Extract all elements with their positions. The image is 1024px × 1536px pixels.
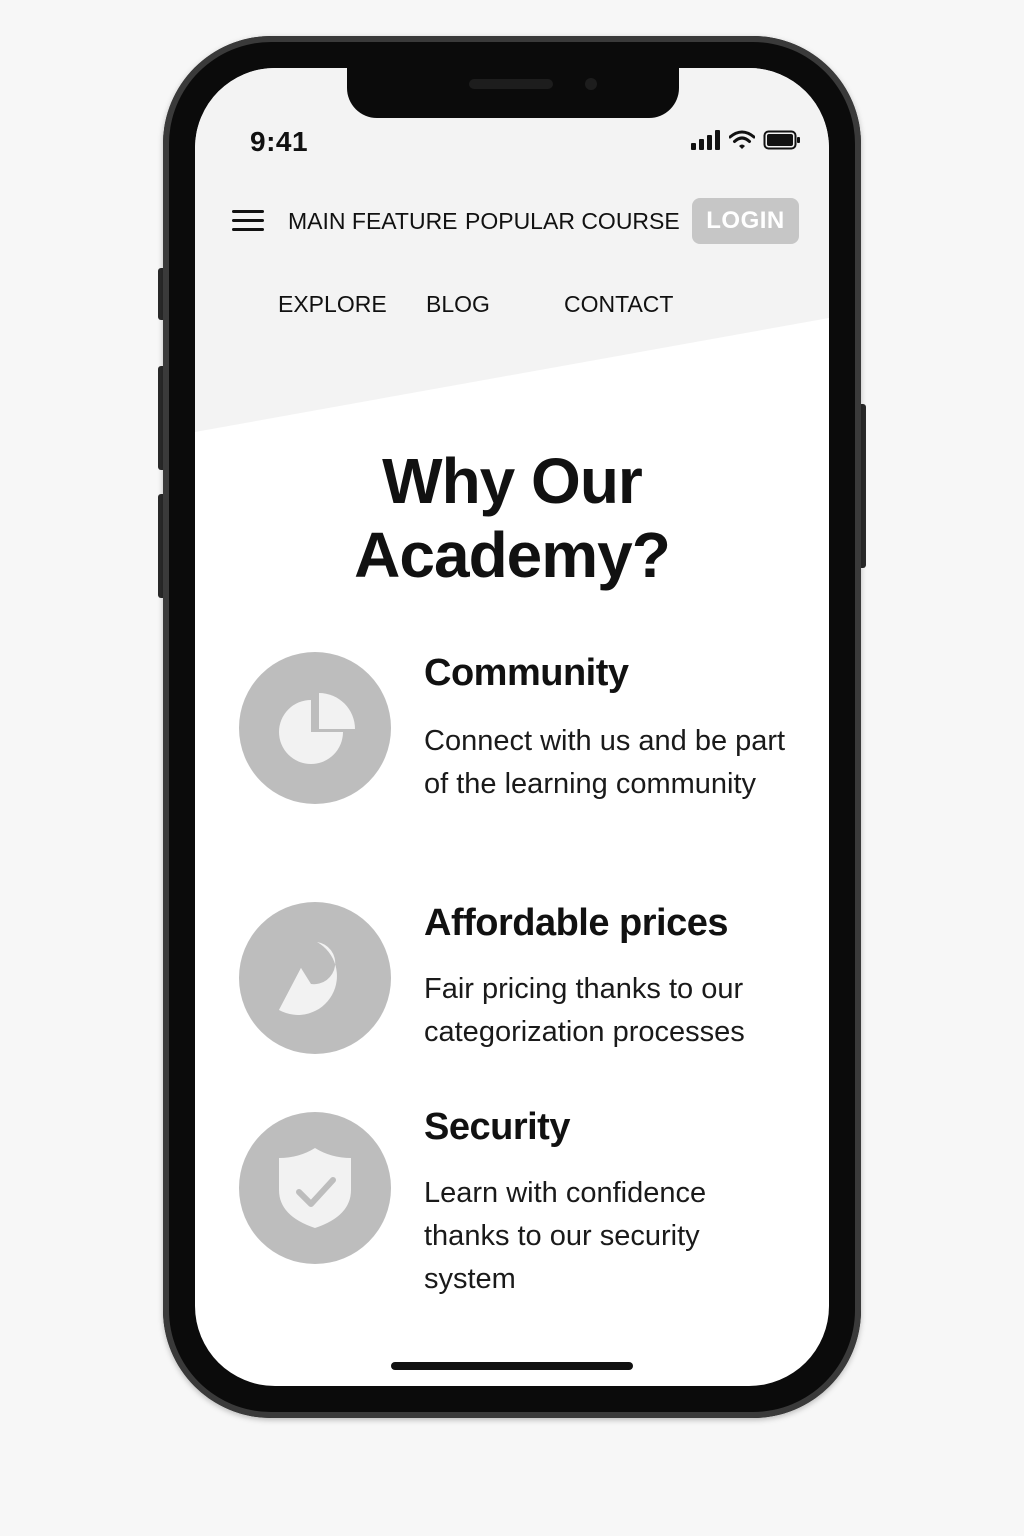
feature-desc-security: Learn with confidence thanks to our secu…: [424, 1177, 707, 1295]
pie-chart-icon: [239, 652, 391, 804]
page-title-line-1: Why Our: [382, 445, 643, 517]
nav-contact[interactable]: CONTACT: [564, 291, 673, 318]
status-icons: [691, 128, 801, 152]
signal-icon: [691, 130, 720, 150]
shield-check-icon: [239, 1112, 391, 1264]
page-title-line-2: Academy?: [354, 519, 671, 591]
page-title: Why Our Academy?: [195, 444, 829, 592]
home-indicator[interactable]: [391, 1362, 633, 1370]
speaker-grille: [469, 79, 553, 89]
feature-desc-affordable-prices: Fair pricing thanks to our categorizatio…: [424, 973, 745, 1048]
battery-icon: [763, 130, 800, 150]
front-camera: [585, 78, 597, 90]
nav-blog[interactable]: BLOG: [426, 291, 490, 318]
feature-title-affordable-prices: Affordable prices: [424, 902, 729, 944]
nav-explore[interactable]: EXPLORE: [278, 291, 387, 318]
feature-title-security: Security: [424, 1106, 570, 1148]
feature-title-community: Community: [424, 652, 629, 694]
hamburger-menu-icon[interactable]: [232, 208, 264, 234]
feature-desc-community: Connect with us and be part of the learn…: [424, 725, 786, 800]
login-button[interactable]: LOGIN: [692, 198, 799, 244]
wifi-icon: [729, 130, 755, 149]
nav-popular-course[interactable]: POPULAR COURSE: [465, 208, 680, 235]
device-mockup: 9:41 MAIN FEATURE POPULAR COURSE LOGIN E…: [0, 0, 1024, 1536]
nav-main-feature[interactable]: MAIN FEATURE: [288, 208, 458, 235]
phone-screen: 9:41 MAIN FEATURE POPULAR COURSE LOGIN E…: [195, 68, 829, 1386]
price-chart-icon: [239, 902, 391, 1054]
phone-frame: 9:41 MAIN FEATURE POPULAR COURSE LOGIN E…: [163, 36, 861, 1418]
notch: [347, 68, 679, 118]
status-time: 9:41: [250, 126, 309, 157]
